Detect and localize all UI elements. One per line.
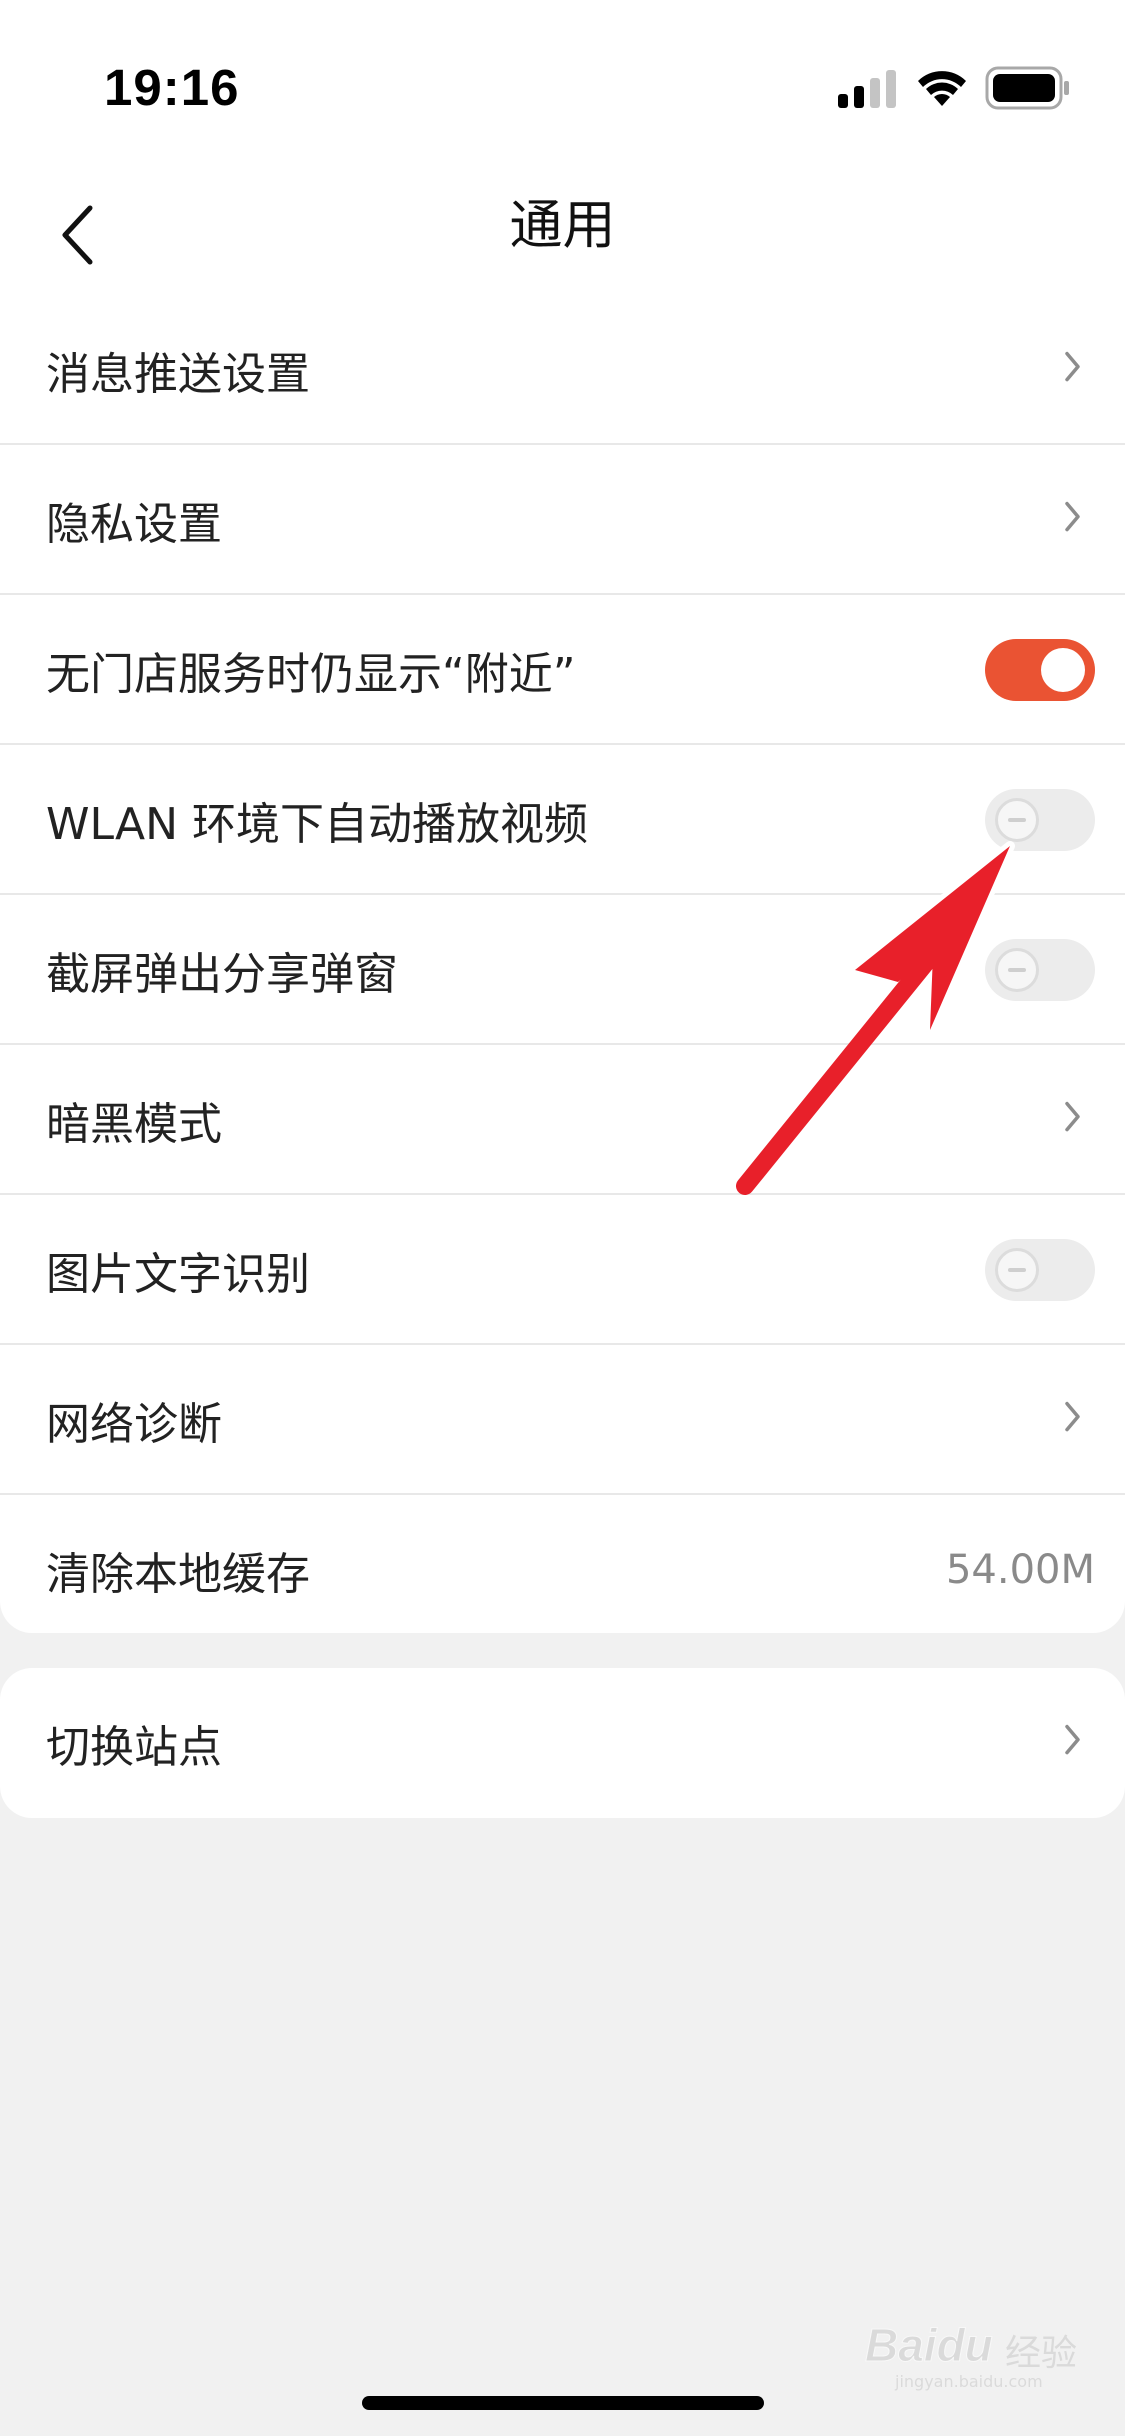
settings-row-privacy[interactable]: 隐私设置: [0, 445, 1125, 595]
settings-row-image-text-recognition: 图片文字识别: [0, 1195, 1125, 1345]
page-title: 通用: [509, 195, 616, 256]
toggle-knob: [995, 948, 1039, 992]
battery-icon: [985, 66, 1069, 110]
screenshot-share-toggle[interactable]: [985, 939, 1095, 1001]
chevron-right-icon: [1065, 1401, 1080, 1432]
toggle-knob: [995, 1248, 1039, 1292]
row-label: 消息推送设置: [46, 349, 310, 400]
status-time: 19:16: [104, 59, 240, 116]
settings-row-wlan-autoplay: WLAN 环境下自动播放视频: [0, 745, 1125, 895]
toggle-knob: [995, 798, 1039, 842]
watermark: Baidu 经验 jingyan.baidu.com: [855, 2290, 1085, 2400]
home-indicator[interactable]: [362, 2396, 764, 2410]
row-label: 网络诊断: [46, 1399, 222, 1450]
settings-row-push-notifications[interactable]: 消息推送设置: [0, 295, 1125, 445]
watermark-brand: Baidu: [865, 2319, 994, 2372]
chevron-right-icon: [1065, 1101, 1080, 1132]
signal-icon: [838, 70, 896, 108]
settings-card: 消息推送设置 隐私设置 无门店服务时仍显示“附近” WLAN 环境下自动播放视频…: [0, 295, 1125, 1633]
settings-row-show-nearby: 无门店服务时仍显示“附近”: [0, 595, 1125, 745]
wifi-icon: [918, 71, 966, 106]
status-bar: 19:16: [0, 0, 1125, 165]
row-label: 图片文字识别: [46, 1249, 310, 1300]
cache-size-value: 54.00M: [945, 1547, 1095, 1593]
wlan-autoplay-toggle[interactable]: [985, 789, 1095, 851]
row-label: 清除本地缓存: [46, 1549, 310, 1600]
chevron-right-icon: [1065, 501, 1080, 532]
chevron-right-icon: [1065, 351, 1080, 382]
image-text-recognition-toggle[interactable]: [985, 1239, 1095, 1301]
row-label: 暗黑模式: [46, 1099, 222, 1150]
row-label: 隐私设置: [46, 499, 222, 550]
watermark-url: jingyan.baidu.com: [895, 2372, 1043, 2391]
nav-bar: 通用: [0, 165, 1125, 295]
station-card: 切换站点: [0, 1668, 1125, 1818]
row-label: WLAN 环境下自动播放视频: [46, 799, 589, 850]
chevron-right-icon: [1065, 1724, 1080, 1755]
row-label: 截屏弹出分享弹窗: [46, 949, 398, 1000]
row-label: 无门店服务时仍显示“附近”: [46, 649, 576, 700]
settings-row-clear-cache[interactable]: 清除本地缓存 54.00M: [0, 1495, 1125, 1645]
row-label: 切换站点: [46, 1722, 222, 1773]
watermark-suffix: 经验: [1005, 2333, 1078, 2374]
settings-row-network-diagnosis[interactable]: 网络诊断: [0, 1345, 1125, 1495]
settings-row-switch-station[interactable]: 切换站点: [0, 1668, 1125, 1818]
settings-row-screenshot-share: 截屏弹出分享弹窗: [0, 895, 1125, 1045]
settings-row-dark-mode[interactable]: 暗黑模式: [0, 1045, 1125, 1195]
toggle-knob: [1041, 648, 1085, 692]
show-nearby-toggle[interactable]: [985, 639, 1095, 701]
